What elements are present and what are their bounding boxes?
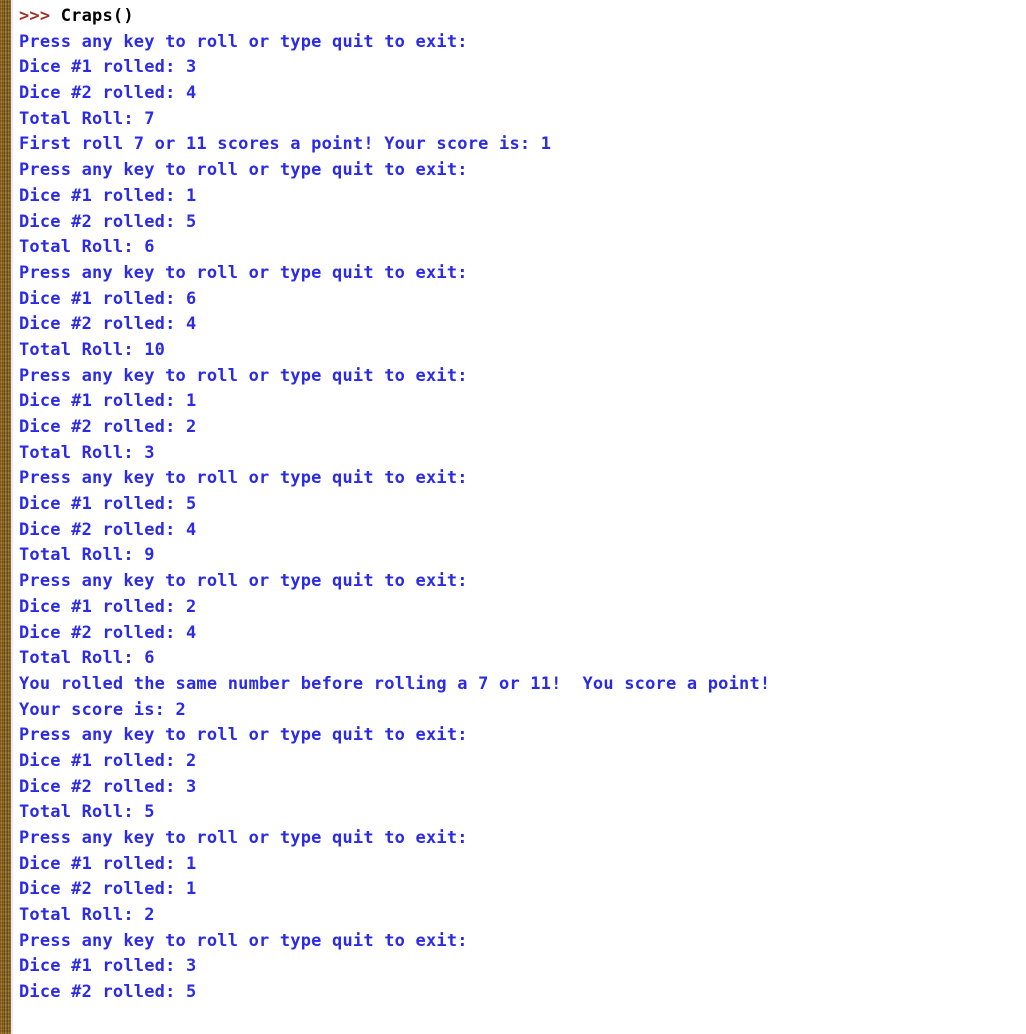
console-output-line: Press any key to roll or type quit to ex… — [19, 828, 468, 848]
console-output-line: Press any key to roll or type quit to ex… — [19, 365, 468, 386]
console-output-line: Press any key to roll or type quit to ex… — [19, 725, 468, 746]
console-output-line: Total Roll: 9 — [19, 545, 155, 566]
prompt-marker: >>> — [19, 6, 51, 26]
console-output-line: Total Roll: 10 — [19, 339, 166, 360]
console-output-line: Total Roll: 3 — [19, 442, 155, 463]
console-output-line: Dice #2 rolled: 4 — [19, 314, 197, 335]
console-output-area[interactable]: >>> Craps() Press any key to roll or type… — [19, 4, 1026, 1034]
console-output-line: Press any key to roll or type quit to ex… — [19, 930, 468, 951]
left-border-texture — [0, 0, 11, 1034]
console-output-line: You rolled the same number before rollin… — [19, 673, 771, 694]
console-output-line: Your score is: 2 — [19, 699, 186, 720]
console-output-line: Press any key to roll or type quit to ex… — [19, 31, 468, 52]
console-output-line: Dice #2 rolled: 4 — [19, 519, 197, 540]
console-prompt-line: >>> Craps() — [19, 4, 1026, 30]
console-output-line: Dice #2 rolled: 5 — [19, 982, 197, 1003]
console-output-line: Press any key to roll or type quit to ex… — [19, 468, 468, 489]
console-output-line: Total Roll: 6 — [19, 237, 155, 258]
console-output-line: First roll 7 or 11 scores a point! Your … — [19, 134, 552, 155]
console-output-line: Dice #2 rolled: 4 — [19, 83, 197, 104]
console-output-line: Total Roll: 5 — [19, 802, 155, 823]
border-separator — [11, 0, 13, 1034]
console-output-line: Dice #1 rolled: 1 — [19, 185, 197, 206]
console-output-line: Dice #1 rolled: 2 — [19, 596, 197, 617]
console-output-line: Total Roll: 2 — [19, 905, 155, 926]
console-output-line: Press any key to roll or type quit to ex… — [19, 262, 468, 283]
console-output-line: Total Roll: 6 — [19, 648, 155, 669]
console-output-line: Dice #1 rolled: 3 — [19, 956, 197, 977]
console-output-line: Dice #1 rolled: 1 — [19, 391, 197, 412]
console-output-line: Dice #2 rolled: 4 — [19, 622, 197, 643]
console-output-line: Dice #1 rolled: 2 — [19, 750, 197, 771]
console-output-line: Dice #1 rolled: 1 — [19, 853, 197, 874]
console-output-line: Dice #2 rolled: 2 — [19, 417, 197, 437]
console-output-line: Dice #2 rolled: 1 — [19, 879, 197, 900]
console-output-line: Press any key to roll or type quit to ex… — [19, 571, 468, 592]
console-output-line: Dice #2 rolled: 3 — [19, 776, 197, 797]
console-output-line: Dice #2 rolled: 5 — [19, 211, 197, 232]
python-shell-window: >>> Craps() Press any key to roll or type… — [0, 0, 1026, 1034]
console-command-text: Craps() — [50, 6, 134, 26]
console-output-line: Dice #1 rolled: 3 — [19, 57, 197, 78]
console-output-line: Press any key to roll or type quit to ex… — [19, 160, 468, 181]
console-output-line: Dice #1 rolled: 6 — [19, 288, 197, 309]
console-output-line: Total Roll: 7 — [19, 108, 155, 129]
console-output-line: Dice #1 rolled: 5 — [19, 494, 197, 515]
